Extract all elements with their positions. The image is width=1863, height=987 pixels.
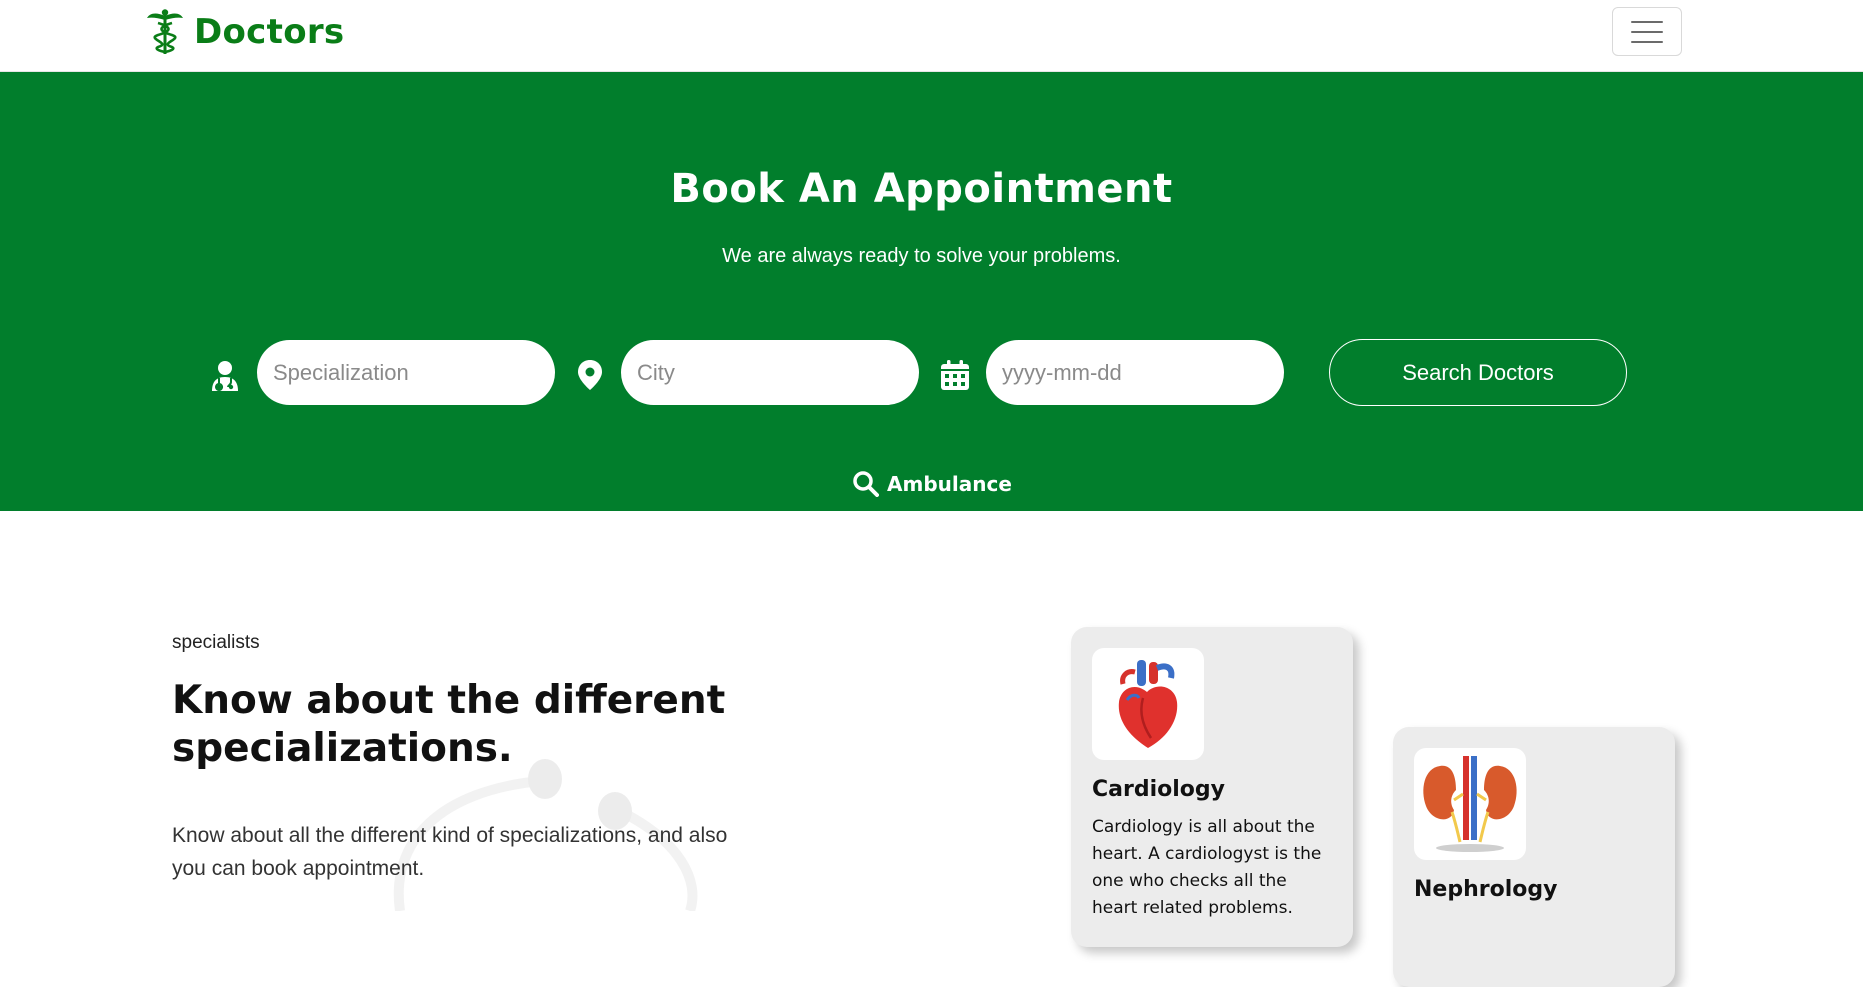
section-description: Know about all the different kind of spe… — [172, 824, 728, 880]
navbar: Doctors — [0, 0, 1863, 72]
hero-section: Book An Appointment We are always ready … — [0, 72, 1863, 511]
brand-logo[interactable]: Doctors — [146, 8, 344, 56]
doctor-icon — [212, 361, 238, 391]
search-icon — [853, 471, 879, 497]
specialization-input[interactable] — [257, 340, 555, 405]
section-title: Know about the different specializations… — [172, 678, 726, 771]
hamburger-menu-icon — [1631, 20, 1663, 23]
card-title: Cardiology — [1092, 777, 1225, 802]
hero-title: Book An Appointment — [670, 166, 1173, 212]
caduceus-icon — [147, 9, 183, 54]
kidney-icon — [1423, 756, 1517, 852]
hamburger-menu-button[interactable] — [1612, 7, 1682, 56]
section-eyebrow: specialists — [172, 632, 260, 653]
heart-icon — [1118, 660, 1178, 748]
ambulance-label: Ambulance — [887, 471, 1012, 496]
date-input[interactable] — [986, 340, 1284, 405]
card-description: Cardiology is all about the heart. A car… — [1092, 817, 1322, 918]
brand-name: Doctors — [194, 12, 345, 52]
card-image — [1414, 748, 1526, 860]
hero-subtitle: We are always ready to solve your proble… — [722, 245, 1121, 267]
location-pin-icon — [578, 360, 602, 390]
specialization-card-cardiology[interactable]: Cardiology Cardiology is all about the h… — [1071, 627, 1353, 947]
ambulance-link[interactable]: Ambulance — [852, 470, 1012, 497]
card-title: Nephrology — [1414, 877, 1558, 902]
search-doctors-button[interactable]: Search Doctors — [1329, 339, 1627, 406]
calendar-icon — [941, 360, 969, 390]
card-image — [1092, 648, 1204, 760]
city-input[interactable] — [621, 340, 919, 405]
specialization-card-nephrology[interactable]: Nephrology — [1393, 727, 1675, 987]
specialists-section: specialists Know about the different spe… — [0, 511, 1863, 987]
